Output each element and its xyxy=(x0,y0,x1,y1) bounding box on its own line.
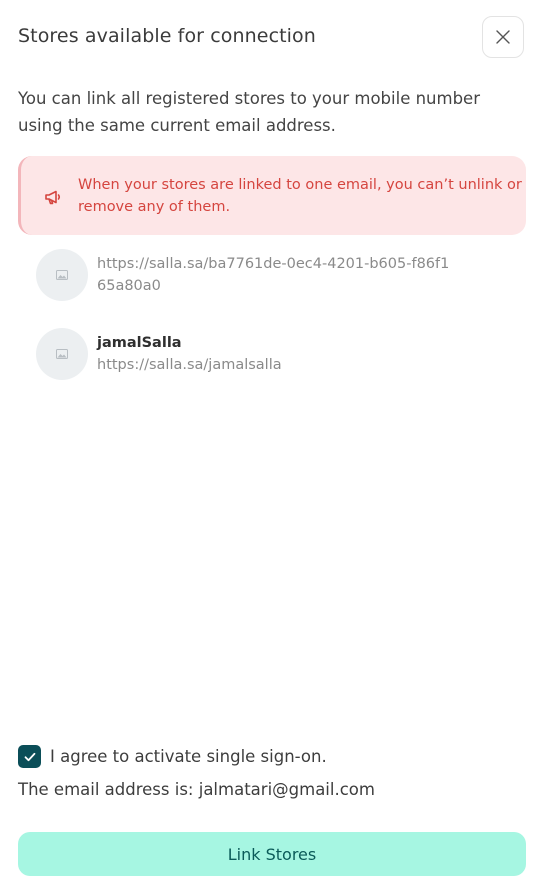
store-info: https://salla.sa/ba7761de-0ec4-4201-b605… xyxy=(97,253,457,297)
store-avatar xyxy=(36,249,88,301)
close-button[interactable] xyxy=(482,16,524,58)
megaphone-icon xyxy=(45,190,61,204)
close-icon xyxy=(496,30,510,44)
email-address-line: The email address is: jalmatari@gmail.co… xyxy=(18,780,375,799)
dialog-title: Stores available for connection xyxy=(18,25,316,47)
sso-agreement: I agree to activate single sign-on. xyxy=(18,745,327,768)
store-url: https://salla.sa/ba7761de-0ec4-4201-b605… xyxy=(97,256,450,294)
store-avatar xyxy=(36,328,88,380)
image-placeholder-icon xyxy=(56,270,68,280)
sso-checkbox[interactable] xyxy=(18,745,41,768)
dialog-description: You can link all registered stores to yo… xyxy=(18,89,480,135)
connect-stores-dialog: Stores available for connection You can … xyxy=(0,0,542,886)
store-item: https://salla.sa/ba7761de-0ec4-4201-b605… xyxy=(36,249,457,301)
sso-label: I agree to activate single sign-on. xyxy=(50,747,327,766)
store-info: jamalSalla https://salla.sa/jamalsalla xyxy=(97,332,457,376)
store-name: jamalSalla xyxy=(97,335,182,351)
alert-message: When your stores are linked to one email… xyxy=(78,176,522,215)
store-item: jamalSalla https://salla.sa/jamalsalla xyxy=(36,328,457,380)
link-stores-button[interactable]: Link Stores xyxy=(18,832,526,876)
image-placeholder-icon xyxy=(56,349,68,359)
store-url: https://salla.sa/jamalsalla xyxy=(97,357,282,373)
checkmark-icon xyxy=(24,752,35,761)
warning-alert: When your stores are linked to one email… xyxy=(18,156,526,235)
